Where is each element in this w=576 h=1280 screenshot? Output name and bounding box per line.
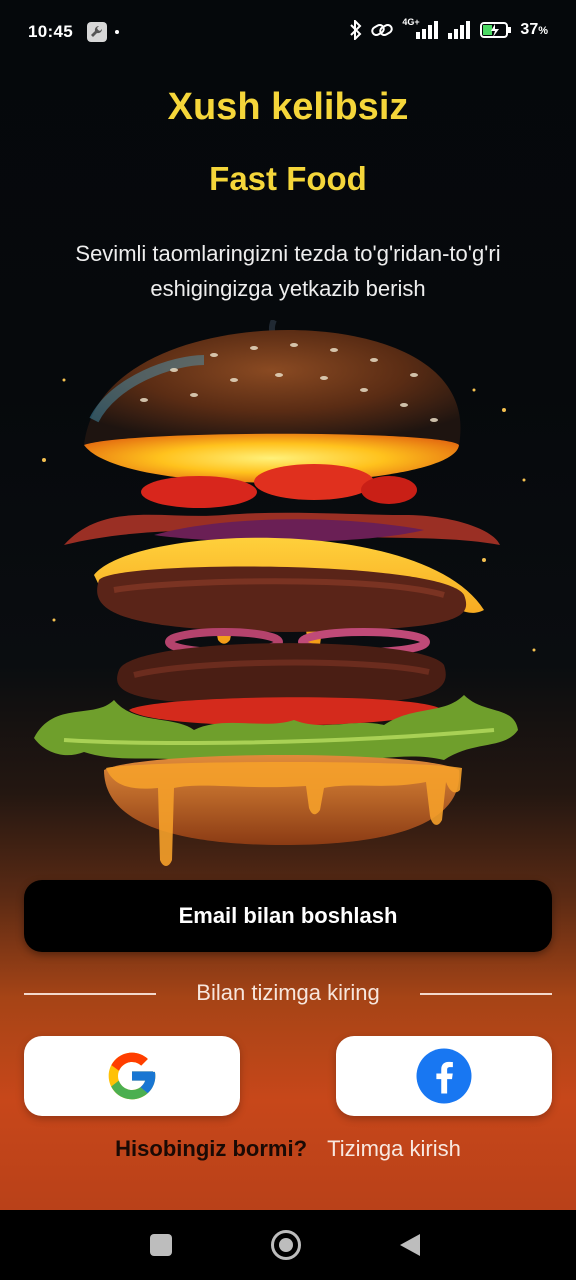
divider-text: Bilan tizimga kiring [196,980,380,1005]
signal-icon [448,21,471,39]
login-row: Hisobingiz bormi? Tizimga kirish [0,1136,576,1162]
battery-percent: 37% [520,21,548,38]
notification-dot-icon [115,30,119,34]
brand-subtitle: Fast Food [209,160,367,197]
google-icon [108,1052,156,1100]
divider-line-left [24,993,156,995]
welcome-title: Xush kelibsiz [167,86,409,128]
signal-4g-icon: 4G+ [402,17,440,40]
status-bar: 10:45 4G+ 37% [0,0,576,64]
recents-square-icon[interactable] [150,1234,172,1256]
battery-icon [480,22,512,38]
tagline: Sevimli taomlaringizni tezda to'g'ridan-… [75,241,501,301]
bluetooth-icon [350,20,362,40]
facebook-icon [416,1048,472,1104]
divider-line-right [420,993,552,995]
back-triangle-icon[interactable] [400,1234,420,1256]
home-circle-icon[interactable] [271,1230,301,1260]
link-icon [371,24,394,36]
wrench-icon [87,22,107,42]
status-icons: 4G+ 37% [350,17,548,40]
account-question: Hisobingiz bormi? [115,1136,308,1161]
email-start-button[interactable]: Email bilan boshlash [24,880,552,952]
burger-image [34,320,536,866]
facebook-login-button[interactable] [336,1036,552,1116]
google-login-button[interactable] [24,1036,240,1116]
status-time: 10:45 [28,22,73,41]
login-link[interactable]: Tizimga kirish [327,1136,461,1161]
navigation-bar [0,1210,576,1280]
